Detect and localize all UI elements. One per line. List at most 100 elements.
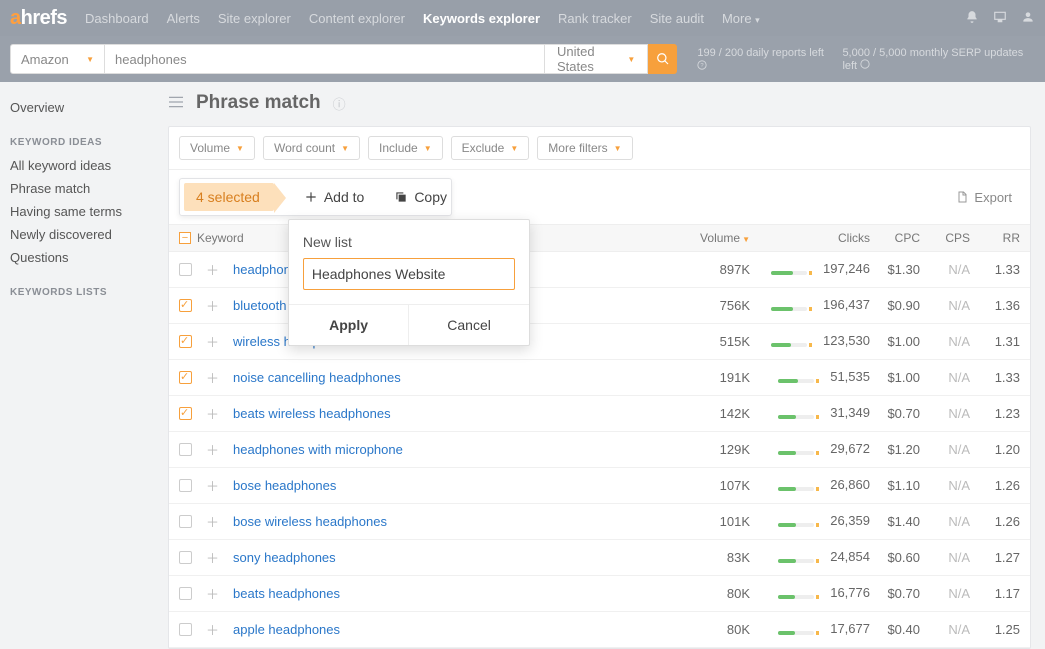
cell-cpc: $0.70 xyxy=(870,586,920,601)
copy-button[interactable]: Copy xyxy=(394,189,447,205)
topnav-alerts[interactable]: Alerts xyxy=(167,11,200,26)
export-icon xyxy=(956,190,968,204)
keyword-link[interactable]: apple headphones xyxy=(233,622,340,637)
row-checkbox[interactable] xyxy=(179,299,192,312)
row-checkbox[interactable] xyxy=(179,443,192,456)
selection-row: 4 selected Add to New list Apply xyxy=(169,170,1030,225)
user-icon[interactable] xyxy=(1021,10,1035,27)
bell-icon[interactable] xyxy=(965,10,979,27)
table-row: ＋bose headphones107K 26,860$1.10N/A1.26 xyxy=(169,468,1030,504)
cell-cpc: $1.30 xyxy=(870,262,920,277)
cell-clicks: 17,677 xyxy=(750,621,870,637)
sidebar-item-newly-discovered[interactable]: Newly discovered xyxy=(10,223,158,246)
chevron-down-icon: ▼ xyxy=(614,144,622,153)
th-keyword[interactable]: Keyword xyxy=(197,231,244,245)
row-checkbox[interactable] xyxy=(179,479,192,492)
search-input[interactable] xyxy=(105,44,545,74)
content: Phrase match ⓘ Volume▼Word count▼Include… xyxy=(168,82,1045,649)
sidebar-overview[interactable]: Overview xyxy=(10,96,158,119)
expand-icon[interactable]: ＋ xyxy=(206,260,219,279)
row-checkbox[interactable] xyxy=(179,623,192,636)
search-button[interactable] xyxy=(648,44,677,74)
th-rr[interactable]: RR xyxy=(970,231,1020,245)
topnav-keywords-explorer[interactable]: Keywords explorer xyxy=(423,11,540,26)
table-row: ＋noise cancelling headphones191K 51,535$… xyxy=(169,360,1030,396)
sidebar-item-all-keyword-ideas[interactable]: All keyword ideas xyxy=(10,154,158,177)
filter-more-filters[interactable]: More filters▼ xyxy=(537,136,632,160)
table-row: ＋beats wireless headphones142K 31,349$0.… xyxy=(169,396,1030,432)
expand-icon[interactable]: ＋ xyxy=(206,368,219,387)
apply-button[interactable]: Apply xyxy=(289,305,410,345)
expand-icon[interactable]: ＋ xyxy=(206,332,219,351)
th-cpc[interactable]: CPC xyxy=(870,231,920,245)
keyword-link[interactable]: bose wireless headphones xyxy=(233,514,387,529)
cancel-button[interactable]: Cancel xyxy=(409,305,529,345)
keyword-link[interactable]: headphones with microphone xyxy=(233,442,403,457)
cell-cpc: $1.20 xyxy=(870,442,920,457)
row-checkbox[interactable] xyxy=(179,371,192,384)
chevron-down-icon: ▼ xyxy=(627,55,635,64)
topnav-dashboard[interactable]: Dashboard xyxy=(85,11,149,26)
keyword-link[interactable]: noise cancelling headphones xyxy=(233,370,401,385)
header-checkbox-partial[interactable]: − xyxy=(179,232,191,244)
export-button[interactable]: Export xyxy=(956,190,1020,205)
svg-text:?: ? xyxy=(701,63,705,69)
cell-cps: N/A xyxy=(920,514,970,529)
sidebar-item-having-same-terms[interactable]: Having same terms xyxy=(10,200,158,223)
keyword-link[interactable]: bose headphones xyxy=(233,478,336,493)
row-checkbox[interactable] xyxy=(179,587,192,600)
cell-cps: N/A xyxy=(920,622,970,637)
expand-icon[interactable]: ＋ xyxy=(206,620,219,639)
topnav-site-audit[interactable]: Site audit xyxy=(650,11,704,26)
keyword-link[interactable]: beats wireless headphones xyxy=(233,406,391,421)
expand-icon[interactable]: ＋ xyxy=(206,584,219,603)
keyword-link[interactable]: beats headphones xyxy=(233,586,340,601)
sidebar: Overview KEYWORD IDEAS All keyword ideas… xyxy=(0,82,168,649)
expand-icon[interactable]: ＋ xyxy=(206,440,219,459)
filter-word-count[interactable]: Word count▼ xyxy=(263,136,360,160)
new-list-input[interactable] xyxy=(303,258,515,290)
country-select[interactable]: United States▼ xyxy=(545,44,648,74)
th-volume[interactable]: Volume▼ xyxy=(675,231,750,245)
sidebar-item-phrase-match[interactable]: Phrase match xyxy=(10,177,158,200)
filter-include[interactable]: Include▼ xyxy=(368,136,443,160)
cell-rr: 1.25 xyxy=(970,622,1020,637)
cell-rr: 1.23 xyxy=(970,406,1020,421)
cell-clicks: 196,437 xyxy=(750,297,870,313)
expand-icon[interactable]: ＋ xyxy=(206,512,219,531)
th-clicks[interactable]: Clicks xyxy=(750,231,870,245)
sidebar-item-questions[interactable]: Questions xyxy=(10,246,158,269)
new-list-modal: New list Apply Cancel xyxy=(288,219,530,346)
engine-select[interactable]: Amazon▼ xyxy=(10,44,105,74)
expand-icon[interactable]: ＋ xyxy=(206,296,219,315)
cell-cpc: $0.90 xyxy=(870,298,920,313)
chevron-down-icon: ▼ xyxy=(341,144,349,153)
row-checkbox[interactable] xyxy=(179,407,192,420)
filter-volume[interactable]: Volume▼ xyxy=(179,136,255,160)
row-checkbox[interactable] xyxy=(179,263,192,276)
row-checkbox[interactable] xyxy=(179,335,192,348)
cell-rr: 1.31 xyxy=(970,334,1020,349)
cell-clicks: 26,860 xyxy=(750,477,870,493)
expand-icon[interactable]: ＋ xyxy=(206,404,219,423)
cell-volume: 80K xyxy=(675,586,750,601)
cell-clicks: 31,349 xyxy=(750,405,870,421)
cell-cps: N/A xyxy=(920,298,970,313)
hamburger-icon[interactable] xyxy=(168,95,184,112)
cell-cps: N/A xyxy=(920,406,970,421)
topnav-content-explorer[interactable]: Content explorer xyxy=(309,11,405,26)
add-to-button[interactable]: Add to New list Apply Cancel xyxy=(304,189,364,205)
filter-exclude[interactable]: Exclude▼ xyxy=(451,136,530,160)
cell-rr: 1.20 xyxy=(970,442,1020,457)
cell-volume: 897K xyxy=(675,262,750,277)
info-icon[interactable]: ⓘ xyxy=(333,94,346,113)
logo[interactable]: ahrefs xyxy=(10,7,67,30)
monitor-icon[interactable] xyxy=(993,10,1007,27)
topnav-rank-tracker[interactable]: Rank tracker xyxy=(558,11,632,26)
th-cps[interactable]: CPS xyxy=(920,231,970,245)
cell-volume: 101K xyxy=(675,514,750,529)
topnav-site-explorer[interactable]: Site explorer xyxy=(218,11,291,26)
row-checkbox[interactable] xyxy=(179,515,192,528)
expand-icon[interactable]: ＋ xyxy=(206,476,219,495)
topnav-more[interactable]: More ▾ xyxy=(722,11,760,26)
